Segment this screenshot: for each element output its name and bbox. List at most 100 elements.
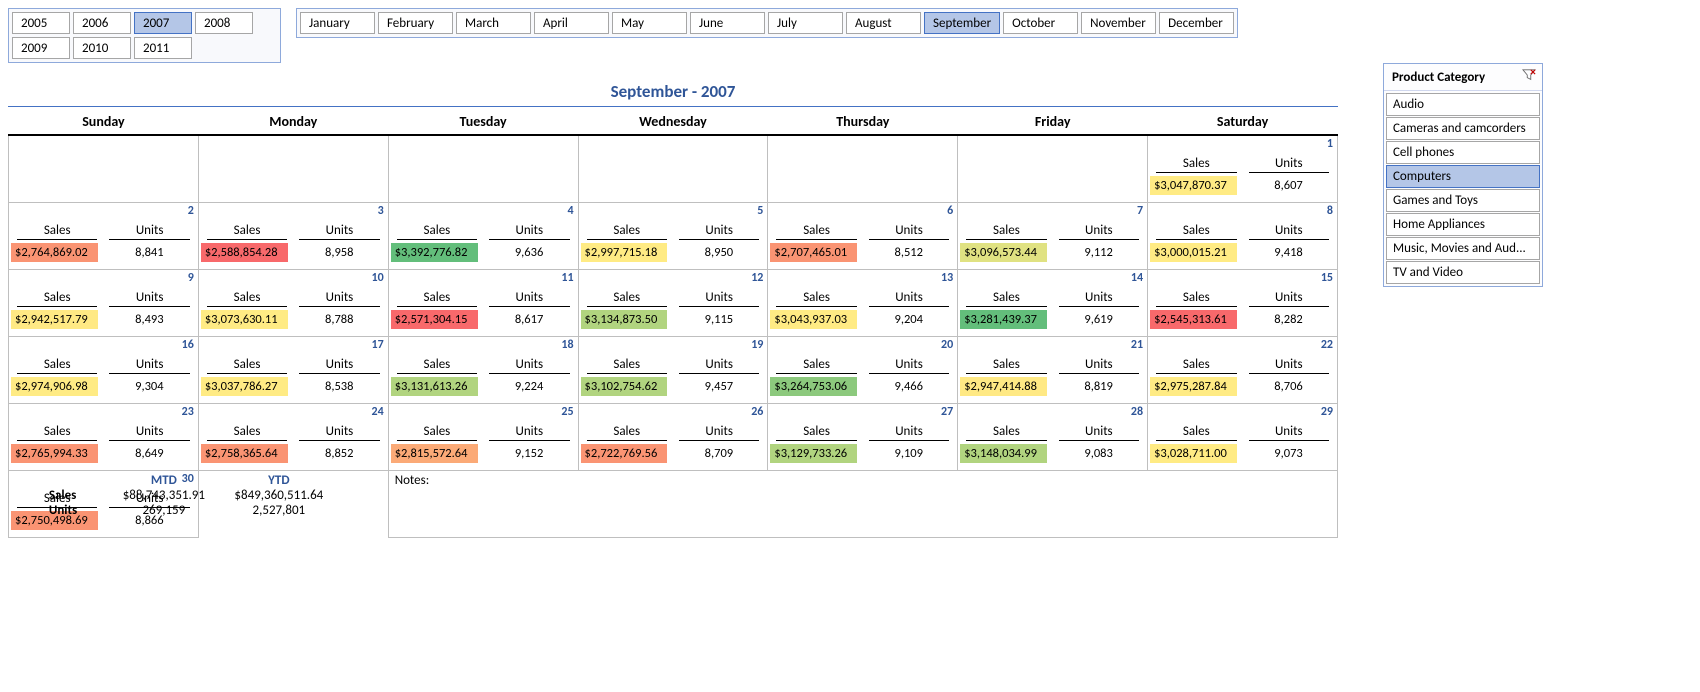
day-number: 23 xyxy=(9,404,198,418)
units-value: 9,204 xyxy=(867,310,950,329)
month-option-may[interactable]: May xyxy=(612,12,687,34)
month-option-january[interactable]: January xyxy=(300,12,375,34)
day-number: 24 xyxy=(199,404,388,418)
units-value: 9,619 xyxy=(1057,310,1140,329)
units-header: Units xyxy=(109,424,189,441)
sales-header: Sales xyxy=(397,290,477,307)
units-header: Units xyxy=(1059,424,1139,441)
day-number: 15 xyxy=(1148,270,1337,284)
sales-header: Sales xyxy=(587,357,667,374)
year-option-2011[interactable]: 2011 xyxy=(134,37,192,59)
day-cell-empty xyxy=(768,135,958,203)
month-option-december[interactable]: December xyxy=(1159,12,1234,34)
units-value: 9,304 xyxy=(108,377,191,396)
sales-value: $2,815,572.64 xyxy=(391,444,478,463)
units-value: 9,112 xyxy=(1057,243,1140,262)
sales-header: Sales xyxy=(1156,357,1236,374)
sales-value: $3,264,753.06 xyxy=(770,377,857,396)
weekday-sunday: Sunday xyxy=(9,109,199,135)
sales-header: Sales xyxy=(966,424,1046,441)
units-value: 9,457 xyxy=(677,377,760,396)
sales-header: Sales xyxy=(776,290,856,307)
units-header: Units xyxy=(869,357,949,374)
sales-value: $2,722,769.56 xyxy=(581,444,668,463)
weekday-friday: Friday xyxy=(958,109,1148,135)
month-option-april[interactable]: April xyxy=(534,12,609,34)
sales-value: $2,997,715.18 xyxy=(581,243,668,262)
units-header: Units xyxy=(1059,357,1139,374)
summary-sales-label: Sales xyxy=(49,488,109,503)
weekday-saturday: Saturday xyxy=(1148,109,1338,135)
month-option-september[interactable]: September xyxy=(924,12,1000,34)
units-header: Units xyxy=(299,223,379,240)
month-option-july[interactable]: July xyxy=(768,12,843,34)
category-option-computers[interactable]: Computers xyxy=(1386,165,1540,188)
month-option-october[interactable]: October xyxy=(1003,12,1078,34)
sales-header: Sales xyxy=(587,223,667,240)
day-cell-20: 20SalesUnits$3,264,753.069,466 xyxy=(768,337,958,404)
day-cell-22: 22SalesUnits$2,975,287.848,706 xyxy=(1148,337,1338,404)
page-title: September - 2007 xyxy=(8,81,1338,107)
day-cell-7: 7SalesUnits$3,096,573.449,112 xyxy=(958,203,1148,270)
category-option-games and toys[interactable]: Games and Toys xyxy=(1386,189,1540,212)
day-number: 25 xyxy=(389,404,578,418)
day-cell-24: 24SalesUnits$2,758,365.648,852 xyxy=(198,404,388,471)
sales-value: $3,131,613.26 xyxy=(391,377,478,396)
day-number: 3 xyxy=(199,203,388,217)
units-value: 9,109 xyxy=(867,444,950,463)
units-header: Units xyxy=(299,290,379,307)
sales-value: $2,758,365.64 xyxy=(201,444,288,463)
day-number: 6 xyxy=(768,203,957,217)
category-option-music, movies and aud...[interactable]: Music, Movies and Aud... xyxy=(1386,237,1540,260)
units-value: 8,282 xyxy=(1247,310,1330,329)
units-value: 8,852 xyxy=(298,444,381,463)
sales-header: Sales xyxy=(1156,424,1236,441)
day-number: 5 xyxy=(579,203,768,217)
month-option-august[interactable]: August xyxy=(846,12,921,34)
units-header: Units xyxy=(1249,357,1329,374)
units-value: 9,083 xyxy=(1057,444,1140,463)
day-number: 9 xyxy=(9,270,198,284)
month-option-june[interactable]: June xyxy=(690,12,765,34)
day-number: 12 xyxy=(579,270,768,284)
sales-header: Sales xyxy=(1156,156,1236,173)
year-option-2010[interactable]: 2010 xyxy=(73,37,131,59)
sales-header: Sales xyxy=(17,223,97,240)
units-header: Units xyxy=(1249,424,1329,441)
day-cell-5: 5SalesUnits$2,997,715.188,950 xyxy=(578,203,768,270)
notes-cell[interactable]: Notes: xyxy=(388,471,1337,538)
sales-value: $3,148,034.99 xyxy=(960,444,1047,463)
month-option-february[interactable]: February xyxy=(378,12,453,34)
day-number: 22 xyxy=(1148,337,1337,351)
units-header: Units xyxy=(109,290,189,307)
day-cell-10: 10SalesUnits$3,073,630.118,788 xyxy=(198,270,388,337)
weekday-wednesday: Wednesday xyxy=(578,109,768,135)
day-cell-1: 1SalesUnits$3,047,870.378,607 xyxy=(1148,135,1338,203)
year-option-2006[interactable]: 2006 xyxy=(73,12,131,34)
month-option-march[interactable]: March xyxy=(456,12,531,34)
sales-header: Sales xyxy=(397,223,477,240)
units-value: 9,115 xyxy=(677,310,760,329)
sales-header: Sales xyxy=(207,357,287,374)
category-option-cell phones[interactable]: Cell phones xyxy=(1386,141,1540,164)
year-option-2005[interactable]: 2005 xyxy=(12,12,70,34)
day-number: 2 xyxy=(9,203,198,217)
year-option-2007[interactable]: 2007 xyxy=(134,12,192,34)
units-value: 9,224 xyxy=(488,377,571,396)
day-cell-28: 28SalesUnits$3,148,034.999,083 xyxy=(958,404,1148,471)
sales-value: $2,974,906.98 xyxy=(11,377,98,396)
sales-value: $3,129,733.26 xyxy=(770,444,857,463)
category-option-audio[interactable]: Audio xyxy=(1386,93,1540,116)
category-option-tv and video[interactable]: TV and Video xyxy=(1386,261,1540,284)
units-value: 8,706 xyxy=(1247,377,1330,396)
category-option-home appliances[interactable]: Home Appliances xyxy=(1386,213,1540,236)
sales-value: $3,037,786.27 xyxy=(201,377,288,396)
month-option-november[interactable]: November xyxy=(1081,12,1156,34)
units-header: Units xyxy=(869,424,949,441)
year-option-2009[interactable]: 2009 xyxy=(12,37,70,59)
category-option-cameras and camcorders[interactable]: Cameras and camcorders xyxy=(1386,117,1540,140)
year-option-2008[interactable]: 2008 xyxy=(195,12,253,34)
clear-filter-icon[interactable] xyxy=(1522,68,1536,86)
weekday-thursday: Thursday xyxy=(768,109,958,135)
units-value: 8,958 xyxy=(298,243,381,262)
